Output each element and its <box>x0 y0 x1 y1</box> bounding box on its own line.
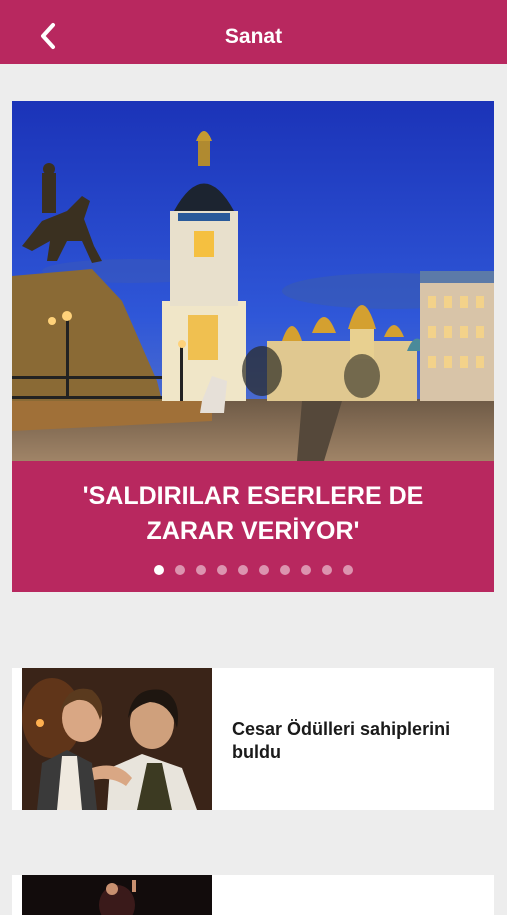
featured-image[interactable] <box>12 101 494 461</box>
news-title[interactable]: Cesar Ödülleri sahiplerini buldu <box>232 718 472 764</box>
featured-slider[interactable]: 'SALDIRILAR ESERLERE DE ZARAR VERİYOR' <box>12 101 494 592</box>
slider-dot[interactable] <box>300 565 311 575</box>
app-bar: Sanat <box>0 0 507 64</box>
news-item[interactable] <box>12 875 494 915</box>
slider-dot[interactable] <box>153 565 164 575</box>
slider-indicator <box>12 565 494 575</box>
news-thumbnail <box>22 875 212 915</box>
featured-title[interactable]: 'SALDIRILAR ESERLERE DE ZARAR VERİYOR' <box>52 479 454 549</box>
slider-dot[interactable] <box>258 565 269 575</box>
slider-dot[interactable] <box>195 565 206 575</box>
news-item[interactable]: Cesar Ödülleri sahiplerini buldu <box>12 668 494 810</box>
page-title: Sanat <box>224 25 283 48</box>
slider-dot[interactable] <box>237 565 248 575</box>
news-thumbnail <box>22 668 212 810</box>
slider-dot[interactable] <box>279 565 290 575</box>
slider-dot[interactable] <box>174 565 185 575</box>
featured-caption[interactable]: 'SALDIRILAR ESERLERE DE ZARAR VERİYOR' <box>12 461 494 592</box>
cathedral-photo <box>12 101 494 461</box>
slider-dot[interactable] <box>321 565 332 575</box>
slider-dot[interactable] <box>342 565 353 575</box>
slider-dot[interactable] <box>216 565 227 575</box>
